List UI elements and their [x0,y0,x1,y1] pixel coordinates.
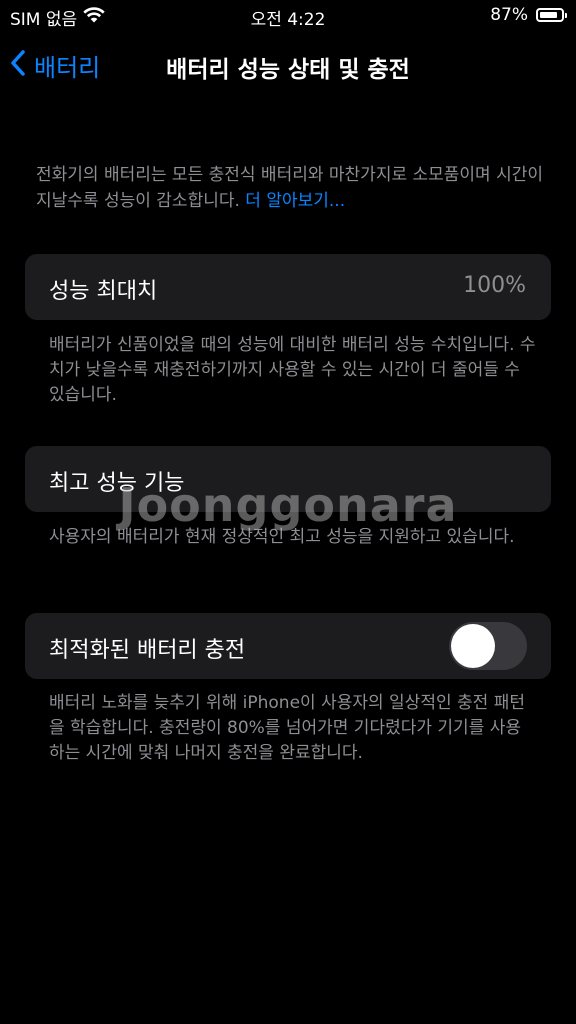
intro-text: 전화기의 배터리는 모든 충전식 배터리와 마찬가지로 소모품이며 시간이 지날… [36,162,546,214]
learn-more-link[interactable]: 더 알아보기... [245,191,345,211]
peak-performance-cell: 최고 성능 기능 [25,446,551,512]
max-capacity-value: 100% [463,273,526,298]
peak-performance-footnote: 사용자의 배터리가 현재 정상적인 최고 성능을 지원하고 있습니다. [49,527,515,547]
status-right: 87% [490,5,567,25]
max-capacity-footnote: 배터리가 신품이었을 때의 성능에 대비한 배터리 성능 수치입니다. 수치가 … [49,335,536,405]
optimized-charging-footnote: 배터리 노화를 늦추기 위해 iPhone이 사용자의 일상적인 충전 패턴을 … [49,693,525,763]
battery-icon [536,8,567,22]
nav-bar: 배터리 배터리 성능 상태 및 충전 [0,40,576,90]
battery-nub [565,13,567,18]
battery-fill [540,12,557,18]
page-title: 배터리 성능 상태 및 충전 [166,57,410,83]
peak-performance-label: 최고 성능 기능 [49,471,185,496]
max-capacity-label: 성능 최대치 [49,279,158,304]
toggle-knob [451,624,495,668]
max-capacity-cell: 성능 최대치 100% [25,254,551,320]
battery-percent: 87% [490,5,528,25]
optimized-charging-toggle[interactable] [449,622,527,670]
status-bar: SIM 없음 오전 4:22 87% [0,0,576,32]
optimized-charging-label: 최적화된 배터리 충전 [49,638,246,663]
optimized-charging-cell: 최적화된 배터리 충전 [25,613,551,679]
